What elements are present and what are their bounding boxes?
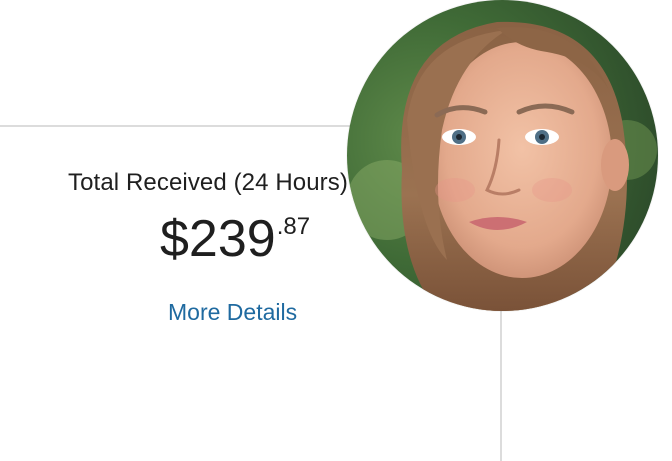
amount-value: $239.87 <box>160 213 310 265</box>
avatar <box>347 0 658 311</box>
amount-whole: 239 <box>188 210 276 268</box>
more-details-link[interactable]: More Details <box>168 299 297 326</box>
user-photo-icon <box>347 0 658 311</box>
card-title: Total Received (24 Hours) <box>68 169 348 196</box>
page: Total Received (24 Hours) $239.87 More D… <box>0 0 672 461</box>
amount-cents: .87 <box>276 213 311 240</box>
amount-currency: $ <box>160 210 189 268</box>
